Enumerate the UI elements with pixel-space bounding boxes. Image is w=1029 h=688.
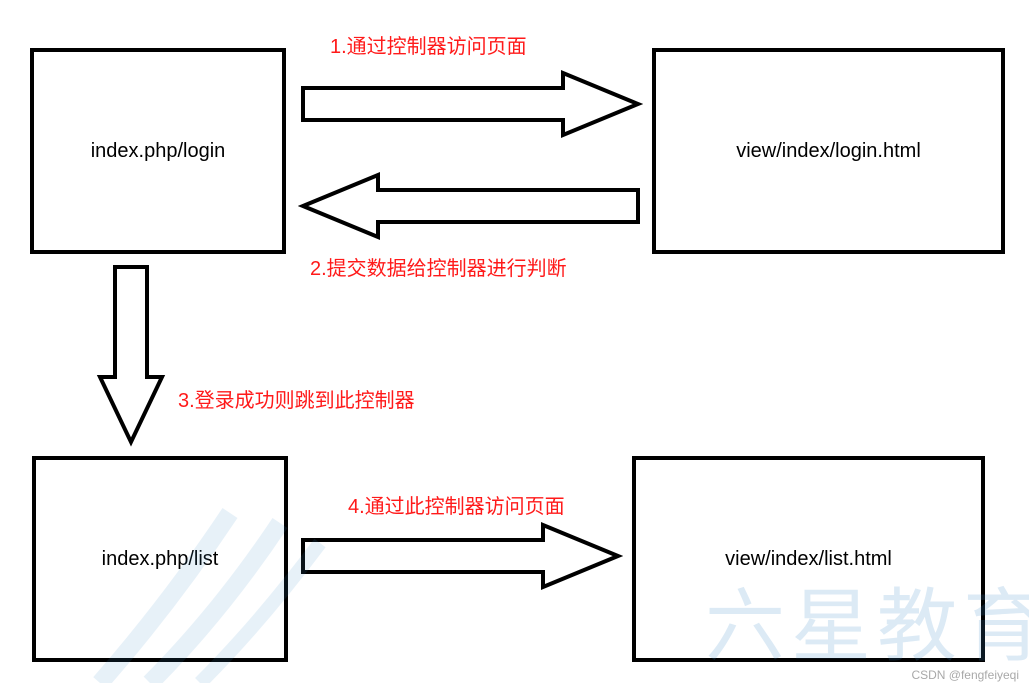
arrow-down-step3 xyxy=(95,262,167,447)
box-label: index.php/login xyxy=(91,140,226,163)
box-controller-login: index.php/login xyxy=(30,48,286,254)
label-step1: 1.通过控制器访问页面 xyxy=(330,30,527,59)
box-label: view/index/list.html xyxy=(725,548,892,571)
box-label: index.php/list xyxy=(102,548,219,571)
arrow-right-step1 xyxy=(298,68,643,140)
arrow-right-step4 xyxy=(298,520,623,592)
box-view-login: view/index/login.html xyxy=(652,48,1005,254)
arrow-left-step2 xyxy=(298,170,643,242)
label-step4: 4.通过此控制器访问页面 xyxy=(348,490,565,519)
label-step2: 2.提交数据给控制器进行判断 xyxy=(310,252,567,281)
credit-text: CSDN @fengfeiyeqi xyxy=(911,668,1019,682)
box-controller-list: index.php/list xyxy=(32,456,288,662)
box-label: view/index/login.html xyxy=(736,140,921,163)
box-view-list: view/index/list.html xyxy=(632,456,985,662)
label-step3: 3.登录成功则跳到此控制器 xyxy=(178,384,415,413)
